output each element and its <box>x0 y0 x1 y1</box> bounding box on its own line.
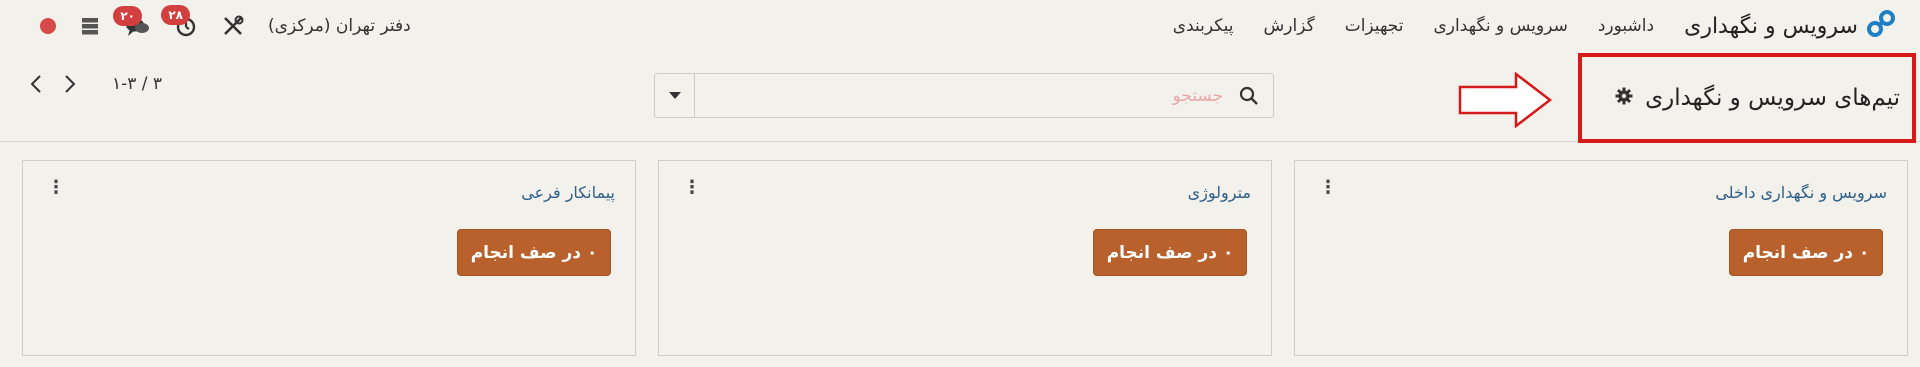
annotation-arrow-icon <box>1458 72 1552 128</box>
control-panel: تیم‌های سرویس و نگهداری <box>0 52 1920 143</box>
main-menu: داشبورد سرویس و نگهداری تجهیزات گزارش پی… <box>1143 16 1654 36</box>
page-title: تیم‌های سرویس و نگهداری <box>1645 85 1900 111</box>
todo-button[interactable]: ۰ در صف انجام <box>1093 229 1247 276</box>
messages-count-badge: ۲۰ <box>113 6 142 26</box>
messaging-menu[interactable]: ۲۰ <box>113 6 150 37</box>
kanban-card[interactable]: سرویس و نگهداری داخلی ⋮ ۰ در صف انجام <box>1294 160 1908 356</box>
menu-item-reporting[interactable]: گزارش <box>1264 16 1315 36</box>
systray: دفتر تهران (مرکزی) ۲۸ ۲۰ <box>40 5 411 38</box>
menu-item-configuration[interactable]: پیکربندی <box>1173 16 1234 36</box>
card-dropdown-icon[interactable]: ⋮ <box>1319 179 1337 197</box>
app-brand[interactable]: سرویس و نگهداری <box>1684 9 1896 43</box>
menu-item-equipment[interactable]: تجهیزات <box>1345 16 1404 36</box>
todo-button[interactable]: ۰ در صف انجام <box>1729 229 1883 276</box>
status-indicator[interactable] <box>40 18 56 34</box>
search-options-toggle[interactable] <box>655 74 695 117</box>
team-name[interactable]: پیمانکار فرعی <box>521 183 615 202</box>
menu-item-dashboard[interactable]: داشبورد <box>1598 16 1654 36</box>
top-navbar: سرویس و نگهداری داشبورد سرویس و نگهداری … <box>0 0 1920 52</box>
pager-next-button[interactable] <box>64 74 76 94</box>
search-input[interactable] <box>695 74 1273 117</box>
search-icon <box>1239 86 1259 110</box>
kanban-card[interactable]: پیمانکار فرعی ⋮ ۰ در صف انجام <box>22 160 636 356</box>
card-dropdown-icon[interactable]: ⋮ <box>683 179 701 197</box>
pager: ۱-۳ / ۳ <box>30 74 162 94</box>
chevron-left-icon <box>30 75 41 93</box>
app-title: سرویس و نگهداری <box>1684 13 1858 39</box>
activity-count-badge: ۲۸ <box>161 5 190 25</box>
server-stack-icon[interactable] <box>80 16 100 36</box>
pager-previous-button[interactable] <box>30 74 42 94</box>
caret-down-icon <box>668 91 681 99</box>
team-name[interactable]: سرویس و نگهداری داخلی <box>1715 183 1887 202</box>
company-switcher[interactable]: دفتر تهران (مرکزی) <box>268 16 411 36</box>
app-logo-icon <box>1866 9 1896 43</box>
debug-tools-icon[interactable] <box>222 15 244 37</box>
activity-menu[interactable]: ۲۸ <box>161 5 198 38</box>
search-bar <box>654 73 1274 118</box>
card-dropdown-icon[interactable]: ⋮ <box>47 179 65 197</box>
chevron-right-icon <box>65 75 76 93</box>
kanban-card[interactable]: مترولوژی ⋮ ۰ در صف انجام <box>658 160 1272 356</box>
settings-gear-icon[interactable] <box>1615 87 1633 109</box>
red-dot-icon <box>40 18 56 34</box>
todo-button[interactable]: ۰ در صف انجام <box>457 229 611 276</box>
pager-value[interactable]: ۱-۳ / ۳ <box>112 74 162 94</box>
page-title-highlight: تیم‌های سرویس و نگهداری <box>1578 53 1916 143</box>
team-name[interactable]: مترولوژی <box>1188 183 1251 202</box>
menu-item-maintenance[interactable]: سرویس و نگهداری <box>1433 16 1567 36</box>
